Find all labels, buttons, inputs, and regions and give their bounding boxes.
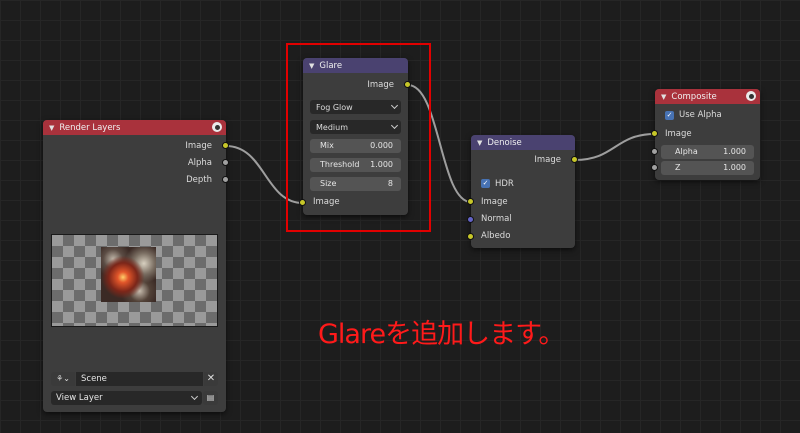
hdr-checkbox[interactable]: ✓ (481, 179, 490, 188)
render-image-output-socket[interactable] (222, 142, 229, 149)
output-image-label: Image (185, 141, 212, 151)
alpha-field[interactable]: Alpha 1.000 (661, 145, 754, 159)
collapse-arrow-icon[interactable]: ▼ (477, 139, 482, 147)
use-alpha-label: Use Alpha (679, 110, 722, 120)
alpha-value: 1.000 (723, 147, 746, 156)
denoise-input-albedo-label: Albedo (481, 231, 511, 241)
scene-icon[interactable]: ⚘⌄ (51, 372, 75, 386)
render-layers-title: Render Layers (59, 122, 121, 133)
render-alpha-output-socket[interactable] (222, 159, 229, 166)
denoise-input-normal-label: Normal (481, 214, 512, 224)
scene-selector[interactable]: ⚘⌄ Scene ✕ (51, 372, 218, 386)
view-layer-dropdown[interactable]: View Layer (51, 391, 202, 405)
composite-title: Composite (671, 91, 717, 102)
denoise-normal-input-socket[interactable] (467, 216, 474, 223)
z-label: Z (675, 163, 681, 172)
denoise-image-input-socket[interactable] (467, 198, 474, 205)
view-layer-label: View Layer (56, 393, 103, 403)
hdr-label: HDR (495, 179, 514, 189)
alpha-label: Alpha (675, 147, 698, 156)
denoise-input-image-label: Image (481, 197, 508, 207)
render-preview-image (101, 247, 156, 302)
z-field[interactable]: Z 1.000 (661, 161, 754, 175)
highlight-box (286, 43, 431, 232)
collapse-arrow-icon[interactable]: ▼ (661, 93, 666, 101)
composite-image-input-socket[interactable] (651, 130, 658, 137)
z-value: 1.000 (723, 163, 746, 172)
composite-node[interactable]: ▼ Composite ✓ Use Alpha Image Alpha 1.00… (655, 89, 760, 180)
denoise-header[interactable]: ▼ Denoise (471, 135, 575, 150)
denoise-title: Denoise (487, 137, 522, 148)
collapse-arrow-icon[interactable]: ▼ (49, 124, 54, 132)
render-depth-output-socket[interactable] (222, 176, 229, 183)
render-layers-header[interactable]: ▼ Render Layers (43, 120, 226, 135)
output-alpha-label: Alpha (187, 158, 212, 168)
render-icon (746, 91, 756, 101)
composite-header[interactable]: ▼ Composite (655, 89, 760, 104)
denoise-image-output-socket[interactable] (571, 156, 578, 163)
denoise-albedo-input-socket[interactable] (467, 233, 474, 240)
folder-icon[interactable]: ▤ (203, 391, 218, 405)
denoise-node[interactable]: ▼ Denoise Image ✓ HDR Image Normal Albed… (471, 135, 575, 248)
link-denoise-to-composite (574, 133, 656, 161)
use-alpha-checkbox[interactable]: ✓ (665, 111, 674, 120)
render-icon (212, 122, 222, 132)
composite-z-input-socket[interactable] (651, 164, 658, 171)
output-depth-label: Depth (186, 175, 212, 185)
scene-field[interactable]: Scene (76, 372, 203, 386)
chevron-down-icon (190, 392, 199, 401)
composite-input-image-label: Image (665, 129, 692, 139)
annotation-text: Glareを追加します。 (318, 319, 565, 350)
composite-alpha-input-socket[interactable] (651, 148, 658, 155)
denoise-output-image-label: Image (534, 155, 561, 165)
close-icon[interactable]: ✕ (204, 372, 218, 386)
